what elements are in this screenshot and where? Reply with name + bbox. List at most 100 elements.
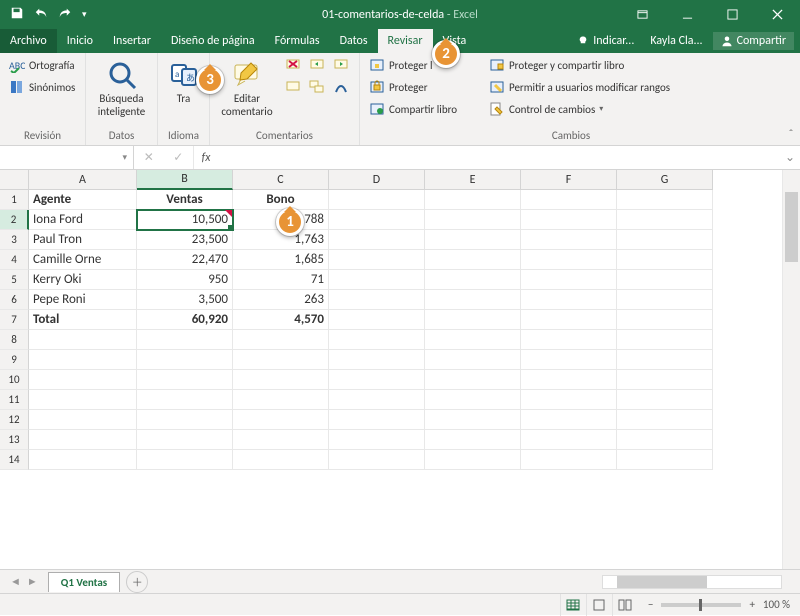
- cell-A8[interactable]: [29, 330, 137, 350]
- prev-comment-button[interactable]: [306, 55, 328, 75]
- account-user[interactable]: Kayla Cla...: [644, 34, 708, 48]
- cell-A12[interactable]: [29, 410, 137, 430]
- minimize-icon[interactable]: [665, 0, 710, 29]
- view-normal-icon[interactable]: [560, 594, 586, 616]
- col-header-C[interactable]: C: [233, 170, 329, 190]
- share-workbook-button[interactable]: Compartir libro: [366, 99, 478, 119]
- maximize-icon[interactable]: [710, 0, 755, 29]
- row-header-2[interactable]: 2: [0, 210, 29, 230]
- cell-G1[interactable]: [617, 190, 713, 210]
- row-header-9[interactable]: 9: [0, 350, 29, 370]
- cell-D6[interactable]: [329, 290, 425, 310]
- ribbon-display-icon[interactable]: [620, 0, 665, 29]
- cell-E9[interactable]: [425, 350, 521, 370]
- show-all-comments-button[interactable]: [306, 77, 328, 97]
- track-changes-button[interactable]: Control de cambios ▾: [486, 99, 673, 119]
- cell-D10[interactable]: [329, 370, 425, 390]
- cell-C9[interactable]: [233, 350, 329, 370]
- show-comment-button[interactable]: [282, 77, 304, 97]
- cell-F14[interactable]: [521, 450, 617, 470]
- translate-button[interactable]: aあ Tra: [164, 55, 203, 127]
- cell-A14[interactable]: [29, 450, 137, 470]
- cell-G6[interactable]: [617, 290, 713, 310]
- cell-B4[interactable]: 22,470: [137, 250, 233, 270]
- row-header-7[interactable]: 7: [0, 310, 29, 330]
- protect-sheet-button[interactable]: Proteger l: [366, 55, 478, 75]
- row-header-14[interactable]: 14: [0, 450, 29, 470]
- cell-F2[interactable]: [521, 210, 617, 230]
- edit-comment-button[interactable]: Editar comentario: [216, 55, 278, 127]
- cell-G3[interactable]: [617, 230, 713, 250]
- cell-C12[interactable]: [233, 410, 329, 430]
- row-header-12[interactable]: 12: [0, 410, 29, 430]
- cell-B12[interactable]: [137, 410, 233, 430]
- horizontal-scrollbar[interactable]: [602, 575, 782, 589]
- cell-D11[interactable]: [329, 390, 425, 410]
- cell-E10[interactable]: [425, 370, 521, 390]
- cell-B6[interactable]: 3,500: [137, 290, 233, 310]
- cell-B5[interactable]: 950: [137, 270, 233, 290]
- cell-G13[interactable]: [617, 430, 713, 450]
- redo-icon[interactable]: [58, 6, 72, 24]
- row-header-13[interactable]: 13: [0, 430, 29, 450]
- row-header-8[interactable]: 8: [0, 330, 29, 350]
- cell-E1[interactable]: [425, 190, 521, 210]
- cell-B2[interactable]: 10,500: [137, 210, 233, 230]
- cell-C1[interactable]: Bono: [233, 190, 329, 210]
- cell-C5[interactable]: 71: [233, 270, 329, 290]
- next-comment-button[interactable]: [330, 55, 352, 75]
- cell-B8[interactable]: [137, 330, 233, 350]
- cell-F10[interactable]: [521, 370, 617, 390]
- tab-datos[interactable]: Datos: [330, 29, 378, 53]
- cell-D9[interactable]: [329, 350, 425, 370]
- cell-E6[interactable]: [425, 290, 521, 310]
- tab-fórmulas[interactable]: Fórmulas: [265, 29, 330, 53]
- tab-diseño-de-página[interactable]: Diseño de página: [161, 29, 265, 53]
- col-header-F[interactable]: F: [521, 170, 617, 190]
- cell-B13[interactable]: [137, 430, 233, 450]
- cell-A7[interactable]: Total: [29, 310, 137, 330]
- col-header-D[interactable]: D: [329, 170, 425, 190]
- row-header-3[interactable]: 3: [0, 230, 29, 250]
- cell-D5[interactable]: [329, 270, 425, 290]
- expand-formula-bar-icon[interactable]: ⌄: [780, 146, 800, 169]
- row-header-10[interactable]: 10: [0, 370, 29, 390]
- cell-C14[interactable]: [233, 450, 329, 470]
- protect-workbook-button[interactable]: Proteger: [366, 77, 478, 97]
- tell-me[interactable]: Indicar...: [571, 34, 640, 48]
- delete-comment-button[interactable]: [282, 55, 304, 75]
- fx-icon[interactable]: fx: [194, 146, 218, 169]
- sheet-nav-first-icon[interactable]: ◄: [10, 575, 21, 588]
- row-headers[interactable]: 1234567891011121314: [0, 190, 29, 569]
- smart-lookup-button[interactable]: Búsqueda inteligente: [92, 55, 151, 127]
- cell-E2[interactable]: [425, 210, 521, 230]
- collapse-ribbon-icon[interactable]: ˆ: [782, 53, 800, 145]
- cell-A4[interactable]: Camille Orne: [29, 250, 137, 270]
- thesaurus-button[interactable]: Sinónimos: [6, 77, 78, 97]
- cell-G2[interactable]: [617, 210, 713, 230]
- cell-E7[interactable]: [425, 310, 521, 330]
- cell-F5[interactable]: [521, 270, 617, 290]
- cell-E14[interactable]: [425, 450, 521, 470]
- cell-C11[interactable]: [233, 390, 329, 410]
- close-icon[interactable]: [755, 0, 800, 29]
- cell-B3[interactable]: 23,500: [137, 230, 233, 250]
- cell-B9[interactable]: [137, 350, 233, 370]
- col-header-B[interactable]: B: [137, 170, 233, 190]
- column-headers[interactable]: ABCDEFG: [29, 170, 782, 190]
- cell-A6[interactable]: Pepe Roni: [29, 290, 137, 310]
- col-header-E[interactable]: E: [425, 170, 521, 190]
- tab-revisar[interactable]: Revisar: [378, 29, 433, 53]
- cell-G14[interactable]: [617, 450, 713, 470]
- show-ink-button[interactable]: [330, 77, 352, 97]
- cell-C6[interactable]: 263: [233, 290, 329, 310]
- sheet-tab-active[interactable]: Q1 Ventas: [48, 572, 120, 592]
- cell-D3[interactable]: [329, 230, 425, 250]
- cell-F3[interactable]: [521, 230, 617, 250]
- undo-icon[interactable]: [34, 6, 48, 24]
- cell-G4[interactable]: [617, 250, 713, 270]
- cell-D13[interactable]: [329, 430, 425, 450]
- cell-E4[interactable]: [425, 250, 521, 270]
- row-header-4[interactable]: 4: [0, 250, 29, 270]
- formula-input[interactable]: [218, 146, 780, 169]
